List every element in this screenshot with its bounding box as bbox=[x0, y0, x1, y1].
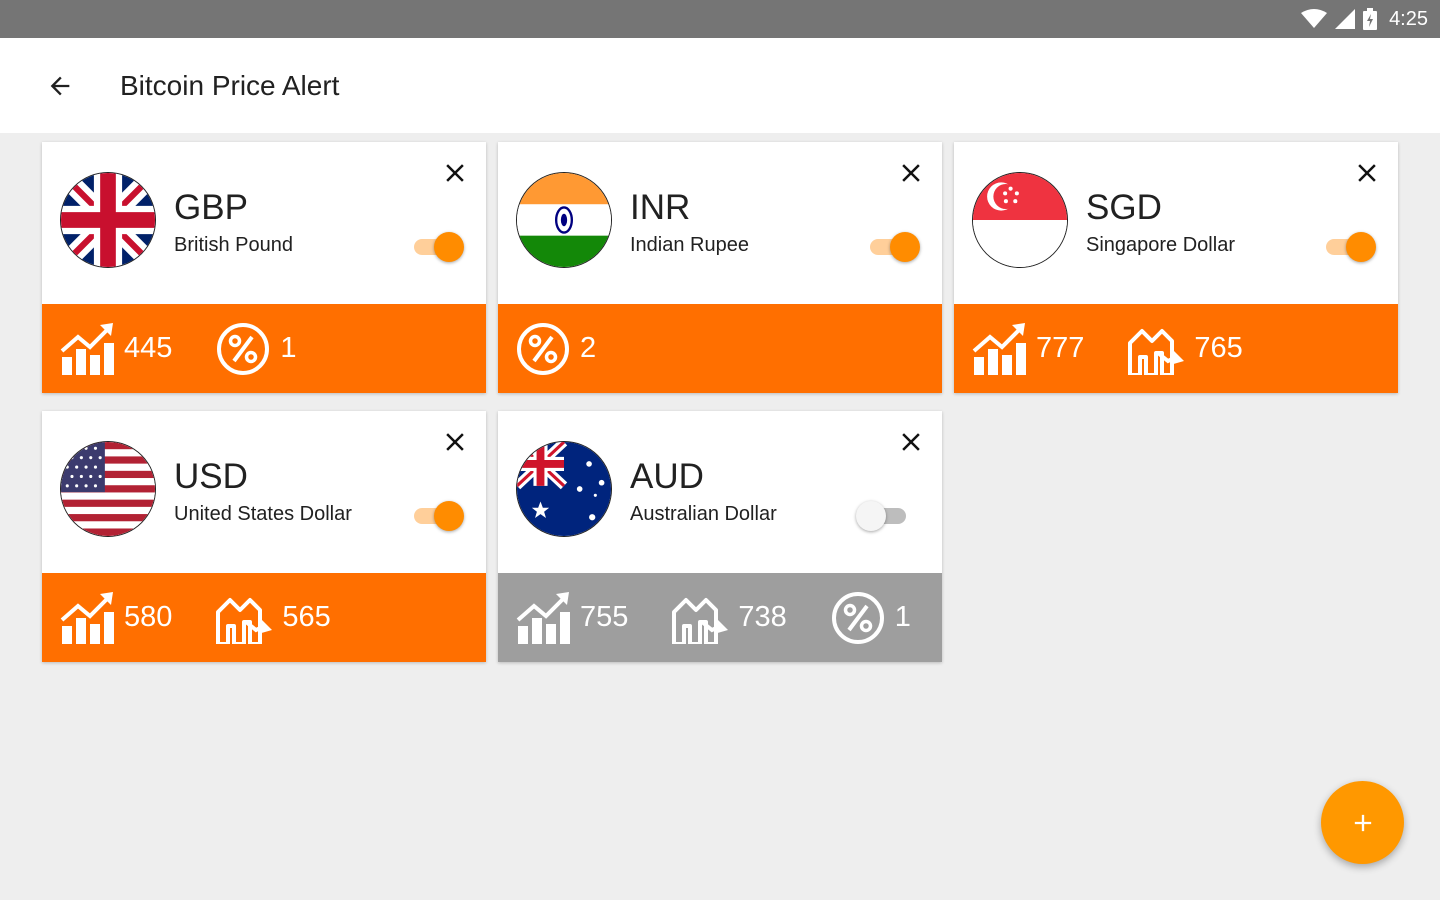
add-alert-button[interactable] bbox=[1321, 781, 1404, 864]
arrow-back-icon bbox=[50, 76, 70, 95]
close-icon[interactable] bbox=[896, 427, 926, 457]
stat-item: 738 bbox=[672, 592, 787, 644]
alert-card-gbp[interactable]: GBP British Pound 445 1 bbox=[42, 142, 486, 393]
alert-stats-bar: 2 bbox=[498, 304, 942, 393]
alert-card-usd[interactable]: USD United States Dollar 580 565 bbox=[42, 411, 486, 662]
alert-stats-bar: 755 738 1 bbox=[498, 573, 942, 662]
stat-item: 580 bbox=[60, 591, 173, 644]
stat-value: 738 bbox=[738, 601, 787, 633]
alert-toggle[interactable] bbox=[1320, 232, 1376, 262]
stat-value: 580 bbox=[124, 601, 173, 633]
currency-code: GBP bbox=[174, 188, 248, 227]
status-bar: 4:25 bbox=[0, 0, 1440, 38]
percent-icon bbox=[516, 322, 570, 376]
alert-card-inr[interactable]: INR Indian Rupee 2 bbox=[498, 142, 942, 393]
stat-value: 445 bbox=[124, 332, 173, 364]
currency-code: INR bbox=[630, 188, 691, 227]
fall-icon bbox=[1128, 323, 1185, 375]
india-flag-icon bbox=[516, 172, 612, 268]
close-icon[interactable] bbox=[896, 158, 926, 188]
usa-flag-icon bbox=[60, 441, 156, 537]
currency-name: United States Dollar bbox=[174, 503, 352, 525]
alert-toggle[interactable] bbox=[408, 501, 464, 531]
stat-item: 1 bbox=[831, 591, 911, 645]
stat-item: 755 bbox=[516, 591, 629, 644]
currency-name: Australian Dollar bbox=[630, 503, 777, 525]
alert-toggle[interactable] bbox=[856, 501, 912, 531]
alert-toggle[interactable] bbox=[864, 232, 920, 262]
currency-code: AUD bbox=[630, 457, 704, 496]
currency-name: Indian Rupee bbox=[630, 234, 749, 256]
rise-icon bbox=[972, 322, 1026, 375]
stat-item: 777 bbox=[972, 322, 1085, 375]
cell-signal-icon bbox=[1335, 9, 1356, 29]
stat-value: 1 bbox=[280, 332, 297, 364]
singapore-flag-icon bbox=[972, 172, 1068, 268]
stat-item: 445 bbox=[60, 322, 173, 375]
alert-card-sgd[interactable]: SGD Singapore Dollar 777 765 bbox=[954, 142, 1398, 393]
fall-icon bbox=[672, 592, 729, 644]
currency-name: British Pound bbox=[174, 234, 293, 256]
close-icon[interactable] bbox=[440, 158, 470, 188]
rise-icon bbox=[60, 591, 114, 644]
currency-code: SGD bbox=[1086, 188, 1162, 227]
wifi-icon bbox=[1301, 9, 1328, 28]
alert-toggle[interactable] bbox=[408, 232, 464, 262]
alert-stats-bar: 445 1 bbox=[42, 304, 486, 393]
rise-icon bbox=[516, 591, 570, 644]
stat-item: 765 bbox=[1128, 323, 1243, 375]
stat-item: 1 bbox=[216, 322, 297, 376]
alert-card-aud[interactable]: AUD Australian Dollar 755 738 1 bbox=[498, 411, 942, 662]
app-bar: Bitcoin Price Alert bbox=[0, 38, 1440, 133]
stat-value: 2 bbox=[580, 332, 597, 364]
stat-value: 755 bbox=[580, 601, 629, 633]
battery-charging-icon bbox=[1363, 8, 1378, 30]
fall-icon bbox=[216, 592, 273, 644]
percent-icon bbox=[216, 322, 270, 376]
stat-value: 1 bbox=[894, 601, 911, 633]
currency-code: USD bbox=[174, 457, 248, 496]
rise-icon bbox=[60, 322, 114, 375]
page-title: Bitcoin Price Alert bbox=[120, 69, 340, 101]
alert-stats-bar: 580 565 bbox=[42, 573, 486, 662]
stat-value: 565 bbox=[282, 601, 331, 633]
back-button[interactable] bbox=[30, 56, 90, 116]
percent-icon bbox=[831, 591, 885, 645]
alert-stats-bar: 777 765 bbox=[954, 304, 1398, 393]
stat-item: 565 bbox=[216, 592, 331, 644]
close-icon[interactable] bbox=[440, 427, 470, 457]
status-time: 4:25 bbox=[1389, 7, 1428, 30]
stat-item: 2 bbox=[516, 322, 596, 376]
stat-value: 777 bbox=[1036, 332, 1085, 364]
close-icon[interactable] bbox=[1352, 158, 1382, 188]
uk-flag-icon bbox=[60, 172, 156, 268]
australia-flag-icon bbox=[516, 441, 612, 537]
currency-name: Singapore Dollar bbox=[1086, 234, 1235, 256]
stat-value: 765 bbox=[1194, 332, 1243, 364]
plus-icon bbox=[1354, 814, 1371, 831]
